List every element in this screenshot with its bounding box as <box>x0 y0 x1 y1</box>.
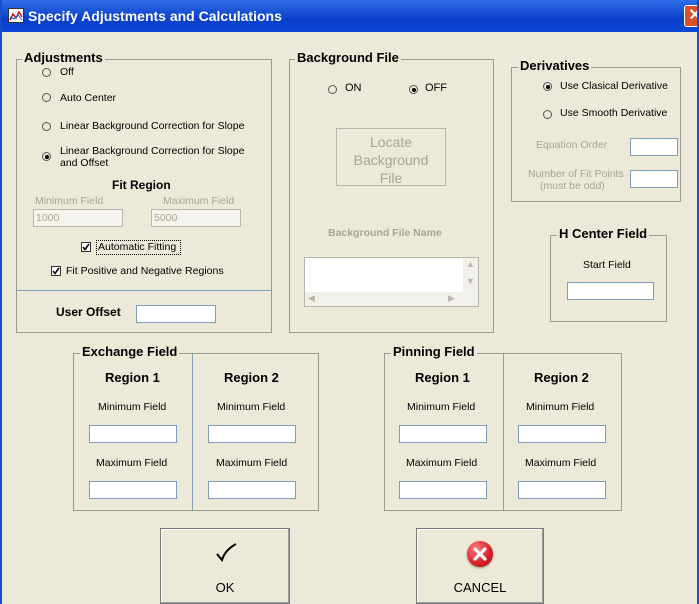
exchange-r2-max-field[interactable] <box>208 481 296 499</box>
h-center-group <box>550 235 667 322</box>
fit-points-note: (must be odd) <box>540 180 605 192</box>
exchange-region1-title: Region 1 <box>105 370 160 385</box>
adjust-slope-offset-label[interactable]: Linear Background Correction for Slope <box>60 145 244 157</box>
fit-points-field[interactable] <box>630 170 678 188</box>
close-button[interactable]: ✕ <box>684 5 697 27</box>
pinning-r2-max-label: Maximum Field <box>525 457 597 469</box>
pinning-r1-min-field[interactable] <box>399 425 487 443</box>
fit-pos-neg-label[interactable]: Fit Positive and Negative Regions <box>66 265 224 277</box>
automatic-fitting-checkbox[interactable] <box>81 242 91 252</box>
exchange-r2-max-label: Maximum Field <box>216 457 288 469</box>
exchange-r1-min-field[interactable] <box>89 425 177 443</box>
exchange-r1-max-label: Maximum Field <box>96 457 168 469</box>
fit-max-label: Maximum Field <box>163 195 235 207</box>
pinning-region1-title: Region 1 <box>415 370 470 385</box>
user-offset-field[interactable] <box>136 305 216 323</box>
checkmark-icon <box>214 541 238 565</box>
classical-derivative-label[interactable]: Use Clasical Derivative <box>560 80 668 92</box>
exchange-divider <box>192 354 193 510</box>
textarea-hscroll[interactable]: ◀ ▶ <box>305 292 463 306</box>
fit-max-field[interactable]: 5000 <box>151 209 241 227</box>
fit-pos-neg-checkbox[interactable] <box>51 266 61 276</box>
equation-order-field[interactable] <box>630 138 678 156</box>
background-off-label[interactable]: OFF <box>425 82 447 94</box>
scroll-left-icon[interactable]: ◀ <box>308 293 315 304</box>
start-field-input[interactable] <box>567 282 654 300</box>
pinning-r2-max-field[interactable] <box>518 481 606 499</box>
pinning-r1-max-label: Maximum Field <box>406 457 478 469</box>
cancel-button[interactable]: CANCEL <box>416 528 544 604</box>
dialog-window: Specify Adjustments and Calculations ✕ A… <box>0 0 699 604</box>
locate-background-file-button[interactable]: Locate Background File <box>336 128 446 186</box>
classical-derivative-radio[interactable] <box>543 82 552 91</box>
exchange-r2-min-label: Minimum Field <box>217 401 286 413</box>
ok-label: OK <box>215 580 235 595</box>
scroll-right-icon[interactable]: ▶ <box>448 293 455 304</box>
h-center-legend: H Center Field <box>557 226 650 241</box>
user-offset-label: User Offset <box>56 305 121 319</box>
pinning-r2-min-field[interactable] <box>518 425 606 443</box>
fit-min-label: Minimum Field <box>35 195 104 207</box>
adjust-autocenter-label[interactable]: Auto Center <box>60 92 116 104</box>
cancel-label: CANCEL <box>453 580 507 595</box>
background-file-legend: Background File <box>295 50 401 65</box>
automatic-fitting-label[interactable]: Automatic Fitting <box>98 241 176 253</box>
pinning-region2-title: Region 2 <box>534 370 589 385</box>
ok-button[interactable]: OK <box>160 528 290 604</box>
pinning-r1-min-label: Minimum Field <box>407 401 476 413</box>
adjustments-divider <box>17 290 271 291</box>
title-bar: Specify Adjustments and Calculations ✕ <box>2 0 697 32</box>
derivatives-legend: Derivatives <box>518 58 592 73</box>
fit-min-field[interactable]: 1000 <box>33 209 123 227</box>
smooth-derivative-radio[interactable] <box>543 110 552 119</box>
start-field-label: Start Field <box>583 259 631 271</box>
exchange-field-legend: Exchange Field <box>80 344 180 359</box>
background-off-radio[interactable] <box>409 85 418 94</box>
background-file-name-label: Background File Name <box>328 227 442 239</box>
locate-line-1: Locate <box>369 134 413 150</box>
adjust-slope-label[interactable]: Linear Background Correction for Slope <box>60 120 244 132</box>
background-on-radio[interactable] <box>328 85 337 94</box>
pinning-divider <box>503 354 504 510</box>
equation-order-label: Equation Order <box>536 139 608 151</box>
pinning-r1-max-field[interactable] <box>399 481 487 499</box>
background-on-label[interactable]: ON <box>345 82 362 94</box>
window-title: Specify Adjustments and Calculations <box>28 8 282 24</box>
smooth-derivative-label[interactable]: Use Smooth Derivative <box>560 107 667 119</box>
app-icon <box>8 8 24 23</box>
scroll-down-icon[interactable]: ▼ <box>463 276 478 286</box>
pinning-field-legend: Pinning Field <box>391 344 477 359</box>
cancel-x-icon <box>467 541 493 567</box>
fit-region-title: Fit Region <box>112 178 171 192</box>
background-file-name-textarea[interactable]: ▲ ▼ ◀ ▶ <box>304 257 479 307</box>
adjust-slope-radio[interactable] <box>42 122 51 131</box>
locate-line-2: Background <box>353 152 429 168</box>
adjust-off-label[interactable]: Off <box>60 66 74 78</box>
exchange-r1-max-field[interactable] <box>89 481 177 499</box>
adjust-off-radio[interactable] <box>42 68 51 77</box>
exchange-r2-min-field[interactable] <box>208 425 296 443</box>
exchange-region2-title: Region 2 <box>224 370 279 385</box>
scroll-up-icon[interactable]: ▲ <box>463 259 478 269</box>
adjust-slope-offset-label-2[interactable]: and Offset <box>60 157 108 169</box>
locate-line-3: File <box>379 170 403 186</box>
adjust-slope-offset-radio[interactable] <box>42 152 51 161</box>
fit-points-label: Number of Fit Points <box>528 168 624 180</box>
exchange-r1-min-label: Minimum Field <box>98 401 167 413</box>
adjustments-legend: Adjustments <box>22 50 105 65</box>
adjust-autocenter-radio[interactable] <box>42 93 51 102</box>
textarea-vscroll[interactable]: ▲ ▼ <box>463 258 478 306</box>
pinning-r2-min-label: Minimum Field <box>526 401 595 413</box>
